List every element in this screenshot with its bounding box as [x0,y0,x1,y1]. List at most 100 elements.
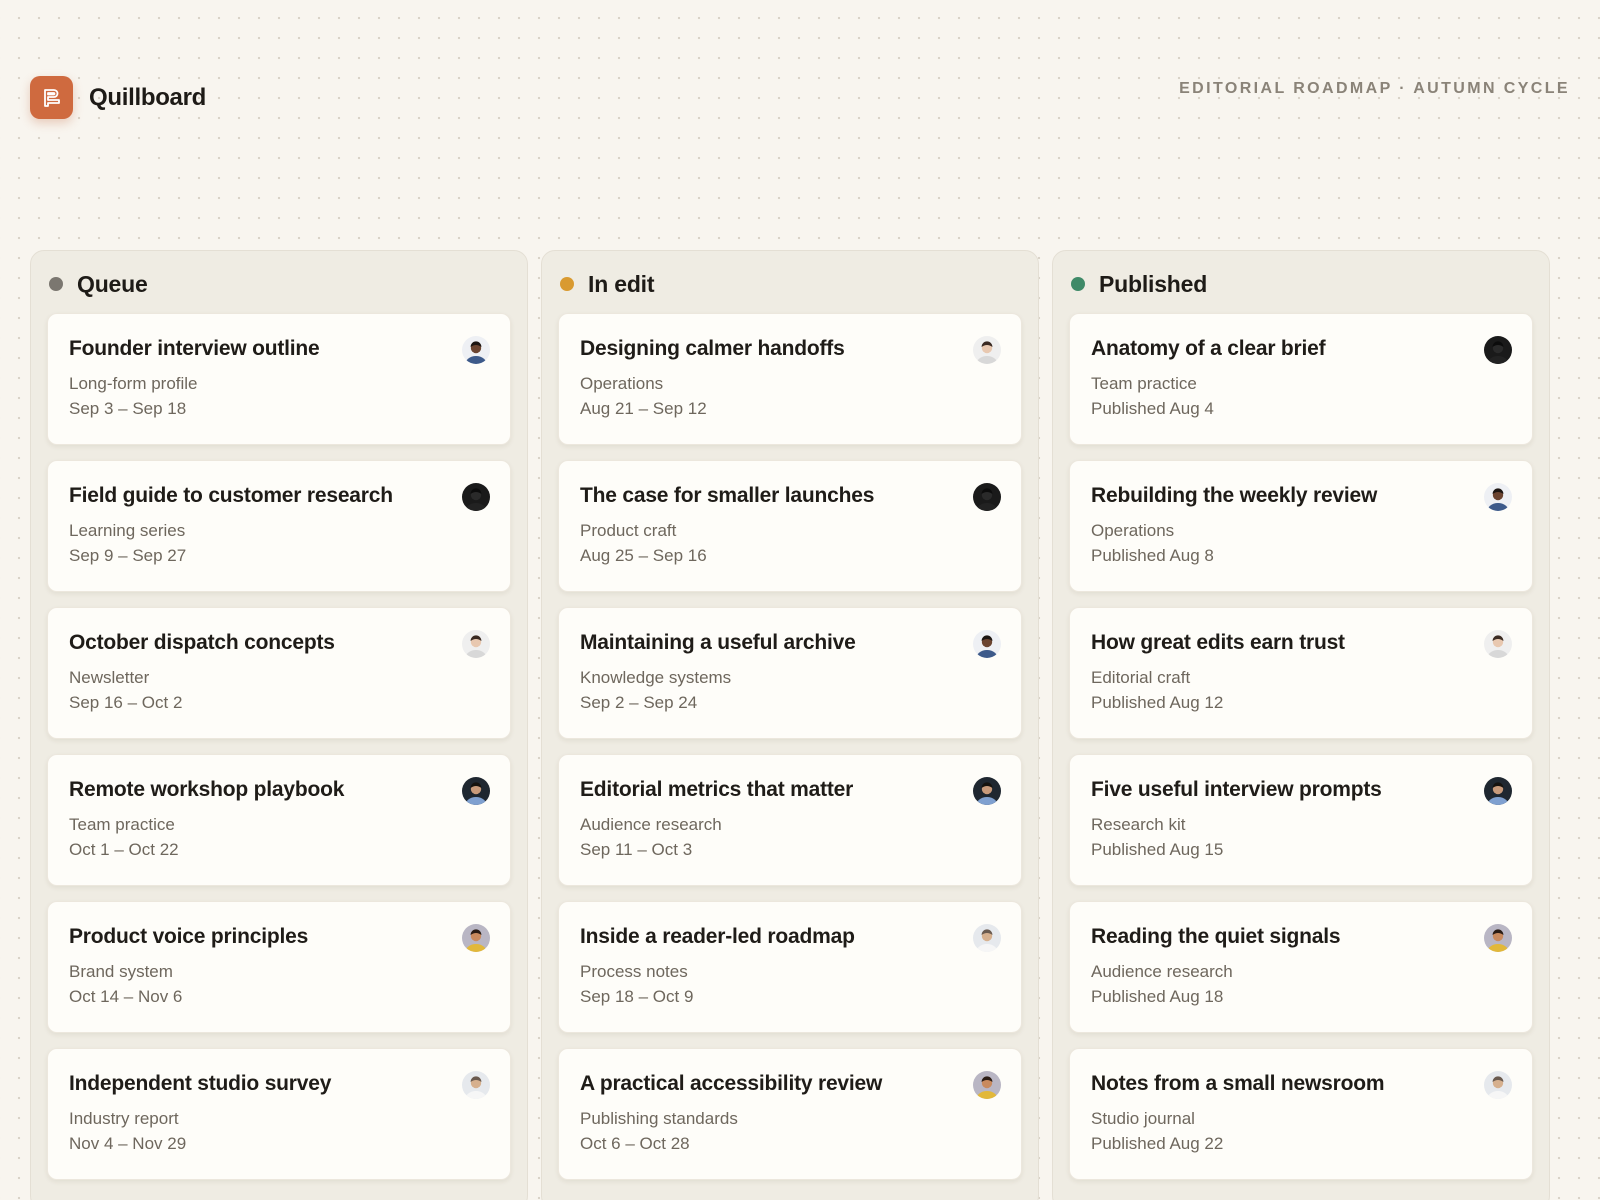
assignee-avatar[interactable] [1484,483,1512,511]
column-header: In edit [560,269,655,299]
assignee-avatar[interactable] [462,777,490,805]
card-date: Aug 21 – Sep 12 [580,399,707,418]
card-date: Sep 11 – Oct 3 [580,840,693,859]
card-date: Published Aug 8 [1091,546,1214,565]
card-category: Product craft [580,521,677,540]
assignee-avatar[interactable] [462,336,490,364]
column-queue: Queue Founder interview outline Long-form… [30,250,528,1200]
card-category: Studio journal [1091,1109,1195,1128]
card[interactable]: Founder interview outline Long-form profi… [47,313,511,445]
assignee-avatar[interactable] [1484,630,1512,658]
card-date: Published Aug 12 [1091,693,1224,712]
card[interactable]: The case for smaller launches Product cra… [558,460,1022,592]
card-date: Sep 3 – Sep 18 [69,399,187,418]
card-date: Oct 14 – Nov 6 [69,987,183,1006]
card-title: The case for smaller launches [580,484,875,507]
card-title: Rebuilding the weekly review [1091,484,1378,507]
card-title: Inside a reader-led roadmap [580,925,855,948]
assignee-avatar[interactable] [1484,924,1512,952]
card-date: Oct 1 – Oct 22 [69,840,179,859]
card-title: Remote workshop playbook [69,778,345,801]
column-header: Published [1071,269,1207,299]
card-category: Industry report [69,1109,179,1128]
card-date: Nov 4 – Nov 29 [69,1134,187,1153]
assignee-avatar[interactable] [1484,1071,1512,1099]
assignee-avatar[interactable] [973,483,1001,511]
card-title: Field guide to customer research [69,484,393,507]
card[interactable]: Reading the quiet signals Audience resear… [1069,901,1533,1033]
card-title: Independent studio survey [69,1072,332,1095]
card[interactable]: Editorial metrics that matter Audience re… [558,754,1022,886]
card-category: Team practice [1091,374,1197,393]
card-category: Audience research [1091,962,1233,981]
kanban-board: Queue Founder interview outline Long-form… [30,250,1570,1200]
column-title: Queue [77,270,148,297]
card-date: Sep 2 – Sep 24 [580,693,698,712]
assignee-avatar[interactable] [973,336,1001,364]
assignee-avatar[interactable] [973,630,1001,658]
app-logo-icon[interactable] [30,76,73,119]
card-title: Editorial metrics that matter [580,778,854,801]
card-title: How great edits earn trust [1091,631,1345,654]
page-subtitle: EDITORIAL ROADMAP · AUTUMN CYCLE [1179,80,1570,97]
card-category: Team practice [69,815,175,834]
card[interactable]: October dispatch concepts Newsletter Sep 1… [47,607,511,739]
card-title: Five useful interview prompts [1091,778,1382,801]
card-category: Brand system [69,962,173,981]
card-date: Oct 6 – Oct 28 [580,1134,690,1153]
status-dot-icon [1071,277,1085,291]
app-name: Quillboard [89,84,207,111]
assignee-avatar[interactable] [973,1071,1001,1099]
card-title: Anatomy of a clear brief [1091,337,1326,360]
assignee-avatar[interactable] [462,630,490,658]
card-category: Audience research [580,815,722,834]
assignee-avatar[interactable] [973,777,1001,805]
column-title: Published [1099,270,1208,297]
assignee-avatar[interactable] [1484,336,1512,364]
card-category: Publishing standards [580,1109,738,1128]
card[interactable]: Product voice principles Brand system Oct … [47,901,511,1033]
card-category: Editorial craft [1091,668,1191,687]
card-date: Aug 25 – Sep 16 [580,546,707,565]
assignee-avatar[interactable] [1484,777,1512,805]
column-published: Published Anatomy of a clear brief Team p… [1052,250,1550,1200]
card-category: Process notes [580,962,688,981]
card-date: Published Aug 22 [1091,1134,1224,1153]
card-category: Operations [580,374,664,393]
assignee-avatar[interactable] [462,483,490,511]
card-category: Newsletter [69,668,150,687]
card[interactable]: Maintaining a useful archive Knowledge sy… [558,607,1022,739]
card-title: October dispatch concepts [69,631,335,654]
card[interactable]: Five useful interview prompts Research ki… [1069,754,1533,886]
status-dot-icon [560,277,574,291]
card-category: Long-form profile [69,374,198,393]
assignee-avatar[interactable] [462,1071,490,1099]
card-category: Operations [1091,521,1175,540]
card[interactable]: Inside a reader-led roadmap Process notes… [558,901,1022,1033]
column-in-edit: In edit Designing calmer handoffs Operati… [541,250,1039,1200]
card-date: Published Aug 4 [1091,399,1214,418]
card[interactable]: Anatomy of a clear brief Team practice Pub… [1069,313,1533,445]
assignee-avatar[interactable] [462,924,490,952]
card-date: Published Aug 18 [1091,987,1224,1006]
card-title: Founder interview outline [69,337,320,360]
card-title: A practical accessibility review [580,1072,883,1095]
card-title: Reading the quiet signals [1091,925,1341,948]
card[interactable]: Notes from a small newsroom Studio journa… [1069,1048,1533,1180]
app-header: Quillboard EDITORIAL ROADMAP · AUTUMN CY… [30,76,1570,120]
card-date: Published Aug 15 [1091,840,1224,859]
assignee-avatar[interactable] [973,924,1001,952]
card-category: Research kit [1091,815,1186,834]
card-date: Sep 16 – Oct 2 [69,693,183,712]
card[interactable]: How great edits earn trust Editorial craf… [1069,607,1533,739]
card[interactable]: Designing calmer handoffs Operations Aug 2… [558,313,1022,445]
card[interactable]: Remote workshop playbook Team practice Oct… [47,754,511,886]
card-category: Knowledge systems [580,668,732,687]
card[interactable]: Rebuilding the weekly review Operations Pu… [1069,460,1533,592]
card-title: Designing calmer handoffs [580,337,845,360]
card-date: Sep 18 – Oct 9 [580,987,694,1006]
card[interactable]: Field guide to customer research Learning… [47,460,511,592]
card[interactable]: Independent studio survey Industry report… [47,1048,511,1180]
column-header: Queue [49,269,148,299]
card[interactable]: A practical accessibility review Publishi… [558,1048,1022,1180]
